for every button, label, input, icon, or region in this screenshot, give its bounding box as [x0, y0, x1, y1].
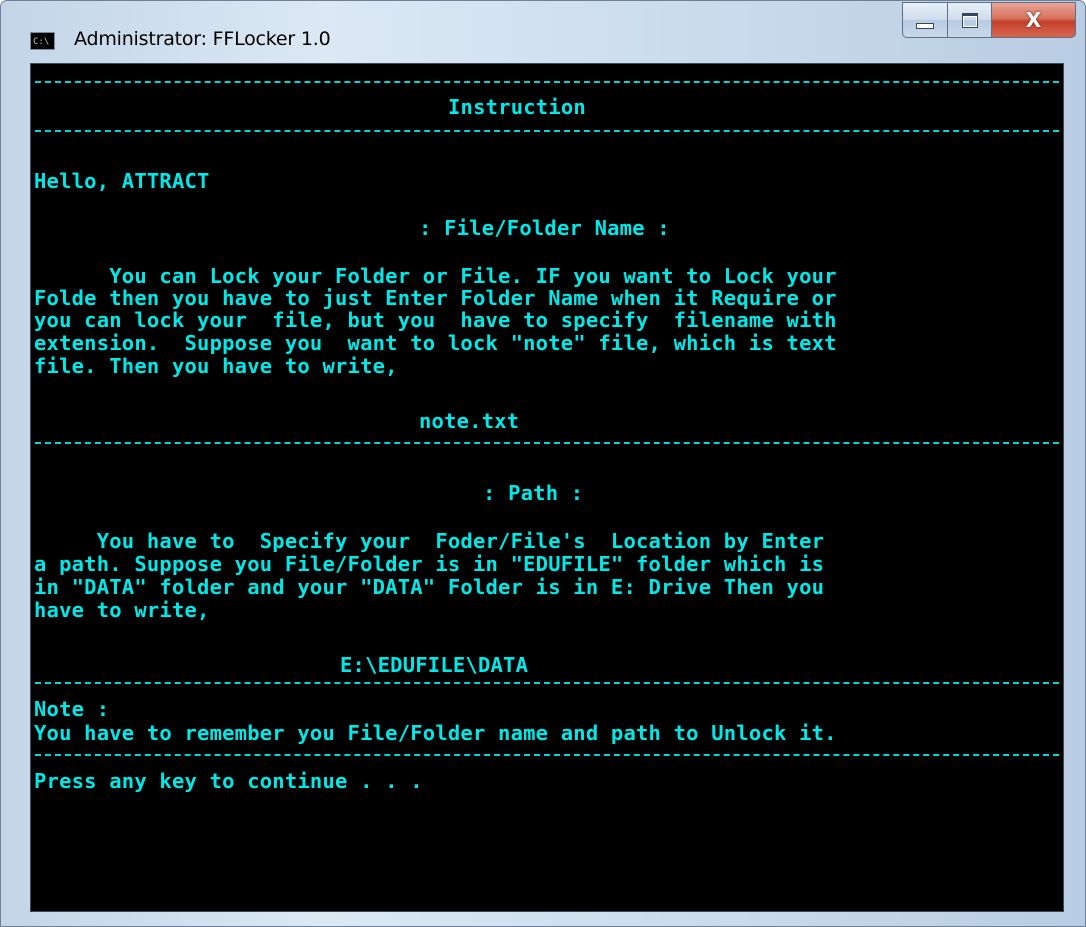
file-folder-text-line: you can lock your file, but you have to …: [34, 308, 837, 332]
minimize-icon: [916, 23, 934, 29]
minimize-button[interactable]: [902, 2, 948, 38]
path-title: : Path :: [483, 481, 584, 505]
console-output[interactable]: Instruction Hello, ATTRACT : File/Folder…: [30, 63, 1064, 912]
path-text-line: have to write,: [34, 598, 210, 622]
maximize-icon: [961, 12, 978, 28]
divider: [35, 81, 1059, 83]
divider: [35, 754, 1059, 756]
path-text-line: You have to Specify your Foder/File's Lo…: [34, 529, 825, 553]
title-bar[interactable]: C:\ Administrator: FFLocker 1.0 X: [1, 1, 1085, 63]
window-title: Administrator: FFLocker 1.0: [74, 28, 331, 50]
file-example: note.txt: [419, 409, 520, 433]
file-folder-name-title: : File/Folder Name :: [419, 216, 670, 240]
maximize-button[interactable]: [948, 2, 992, 38]
close-icon: X: [1025, 8, 1042, 32]
file-folder-text-line: You can Lock your Folder or File. IF you…: [34, 264, 837, 288]
window-bottom-frame: [1, 912, 1085, 926]
window-controls: X: [902, 2, 1076, 41]
continue-prompt: Press any key to continue . . .: [34, 769, 423, 793]
file-folder-text-line: Folde then you have to just Enter Folder…: [34, 286, 837, 310]
file-folder-text-line: file. Then you have to write,: [34, 354, 398, 378]
divider: [35, 682, 1059, 684]
path-example: E:\EDUFILE\DATA: [340, 653, 529, 677]
note-text: You have to remember you File/Folder nam…: [34, 721, 837, 745]
instruction-heading: Instruction: [448, 95, 586, 119]
greeting-line: Hello, ATTRACT: [34, 169, 210, 193]
divider: [35, 442, 1059, 444]
console-app-icon[interactable]: C:\: [30, 32, 55, 50]
console-window: C:\ Administrator: FFLocker 1.0 X Instru…: [0, 0, 1086, 927]
note-label: Note :: [34, 697, 110, 721]
file-folder-text-line: extension. Suppose you want to lock "not…: [34, 331, 837, 355]
divider: [35, 130, 1059, 132]
path-text-line: a path. Suppose you File/Folder is in "E…: [34, 552, 825, 576]
close-button[interactable]: X: [992, 2, 1076, 38]
window-left-frame: [1, 63, 30, 913]
path-text-line: in "DATA" folder and your "DATA" Folder …: [34, 575, 825, 599]
